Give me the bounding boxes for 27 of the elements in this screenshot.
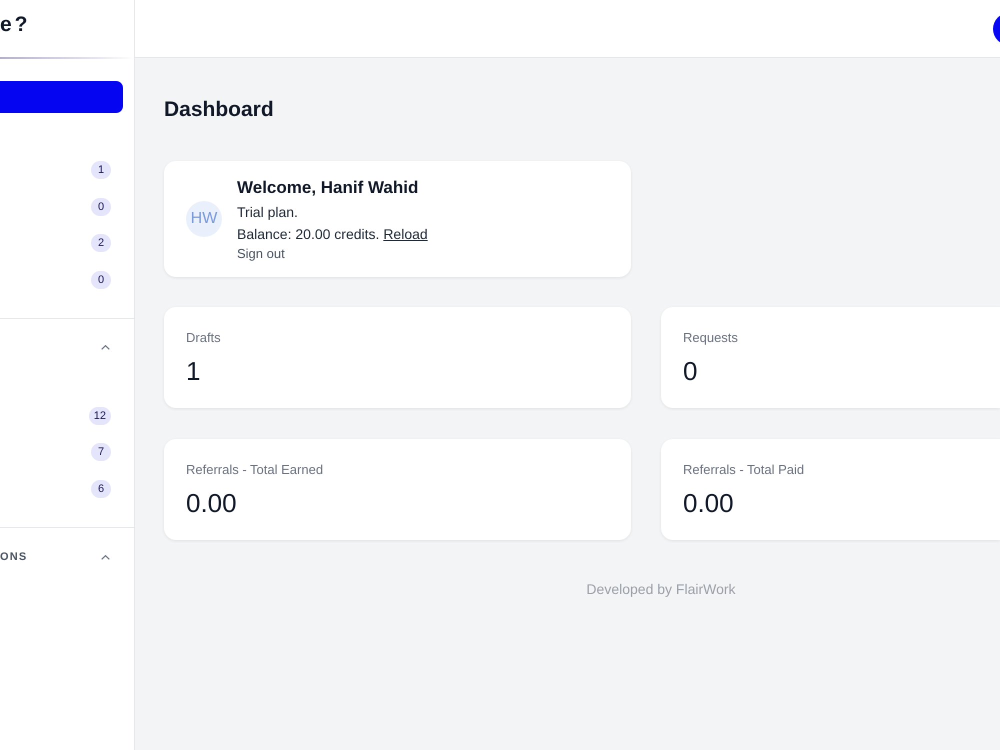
chevron-up-icon[interactable]	[101, 344, 110, 350]
welcome-title: Welcome, Hanif Wahid	[237, 176, 418, 198]
stat-label: Referrals - Total Earned	[186, 461, 324, 479]
stat-value: 0.00	[683, 487, 734, 519]
stat-label: Drafts	[186, 329, 221, 347]
sign-out-link[interactable]: Sign out	[237, 244, 285, 262]
stat-value: 0	[683, 355, 698, 387]
section-title: ONS	[0, 551, 28, 564]
stat-value: 1	[186, 355, 200, 387]
stat-label: Referrals - Total Paid	[683, 461, 804, 479]
count-badge: 0	[91, 270, 111, 288]
reload-link[interactable]: Reload	[383, 226, 428, 242]
count-badge: 12	[88, 406, 111, 424]
footer-text: Developed by FlairWork	[586, 581, 736, 597]
count-badge: 2	[91, 234, 111, 252]
chevron-up-icon[interactable]	[101, 554, 110, 560]
page-title: Dashboard	[164, 98, 274, 122]
avatar-initials: HW	[186, 201, 222, 237]
stat-label: Requests	[683, 329, 738, 347]
balance-text: Balance: 20.00 credits. Reload	[237, 224, 428, 244]
plan-text: Trial plan.	[237, 202, 298, 222]
count-badge: 0	[91, 198, 111, 216]
logo-text: e?	[0, 12, 31, 36]
count-badge: 6	[91, 480, 111, 498]
count-badge: 1	[91, 161, 111, 179]
count-badge: 7	[91, 443, 111, 461]
stat-value: 0.00	[186, 487, 237, 519]
